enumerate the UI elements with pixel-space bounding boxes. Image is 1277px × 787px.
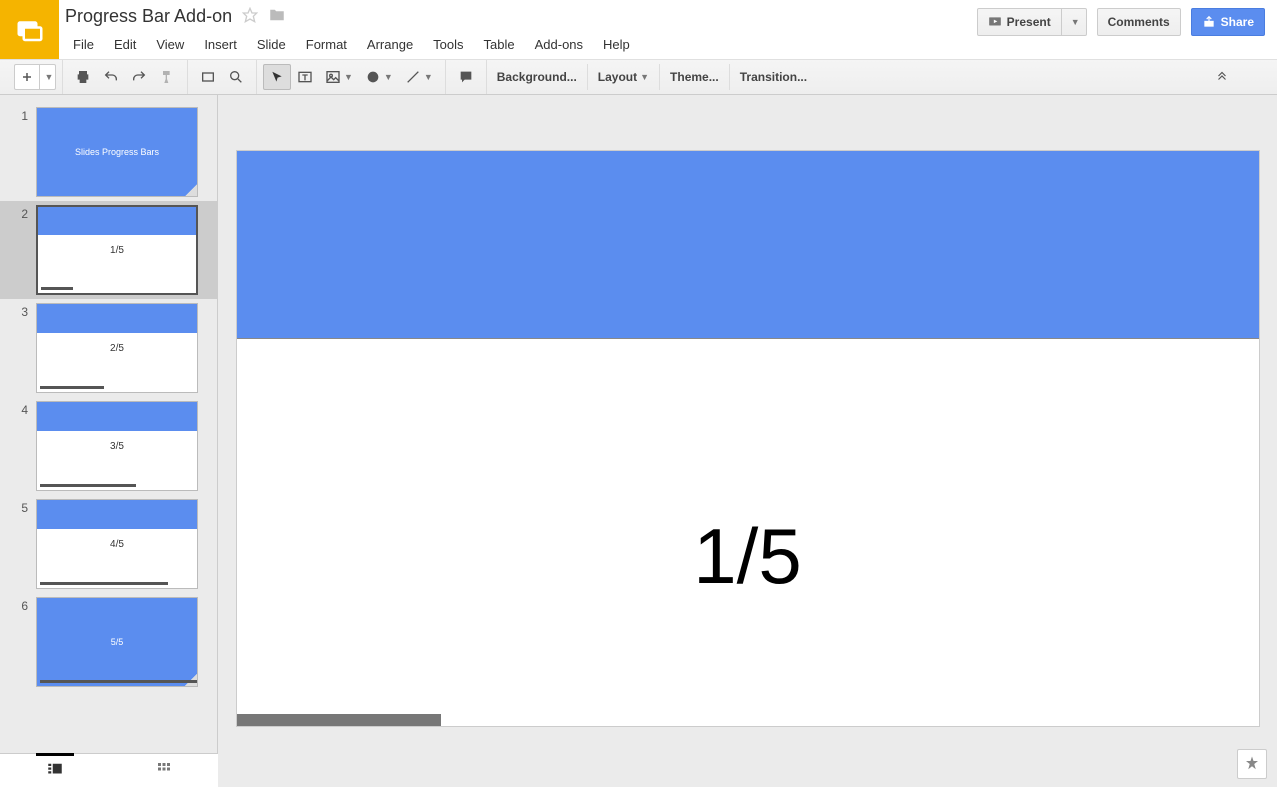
thumb-text: 4/5 — [37, 539, 197, 550]
comment-icon[interactable] — [452, 64, 480, 90]
collapse-toolbar-icon[interactable] — [1215, 71, 1229, 86]
new-slide-button[interactable] — [14, 64, 40, 90]
menu-file[interactable]: File — [65, 33, 102, 56]
thumb-number: 6 — [8, 597, 28, 687]
print-icon[interactable] — [69, 64, 97, 90]
menu-bar: FileEditViewInsertSlideFormatArrangeTool… — [65, 33, 977, 56]
thumb-preview: 3/5 — [36, 401, 198, 491]
share-button[interactable]: Share — [1191, 8, 1265, 36]
menu-arrange[interactable]: Arrange — [359, 33, 421, 56]
paint-format-icon[interactable] — [153, 64, 181, 90]
thumb-title-text: Slides Progress Bars — [37, 108, 197, 196]
slides-logo[interactable] — [0, 0, 59, 59]
present-button[interactable]: Present — [977, 8, 1062, 36]
thumb-number: 4 — [8, 401, 28, 491]
transition-button[interactable]: Transition... — [730, 64, 817, 90]
menu-help[interactable]: Help — [595, 33, 638, 56]
thumb-band — [37, 402, 197, 431]
slide-thumbnail[interactable]: 2 1/5 — [0, 201, 217, 299]
doc-title[interactable]: Progress Bar Add-on — [65, 6, 232, 27]
thumb-number: 3 — [8, 303, 28, 393]
thumb-progress — [41, 287, 73, 290]
menu-format[interactable]: Format — [298, 33, 355, 56]
thumb-text: 2/5 — [37, 343, 197, 354]
menu-edit[interactable]: Edit — [106, 33, 144, 56]
thumb-preview: Slides Progress Bars — [36, 107, 198, 197]
theme-button[interactable]: Theme... — [660, 64, 730, 90]
thumb-text: 3/5 — [37, 441, 197, 452]
menu-slide[interactable]: Slide — [249, 33, 294, 56]
thumb-progress — [40, 484, 136, 487]
thumb-preview: 4/5 — [36, 499, 198, 589]
new-slide-dropdown[interactable]: ▼ — [40, 64, 56, 90]
share-label: Share — [1221, 15, 1254, 29]
thumb-preview: 1/5 — [36, 205, 198, 295]
redo-icon[interactable] — [125, 64, 153, 90]
thumb-text: 1/5 — [38, 245, 196, 256]
canvas-area[interactable]: 1/5 — [218, 95, 1277, 787]
filmstrip-view-icon[interactable] — [36, 753, 74, 785]
slide-thumbnail[interactable]: 65/5 — [0, 593, 217, 691]
thumb-band — [37, 304, 197, 333]
present-button-group: Present ▼ — [977, 8, 1087, 36]
slide-progress-bar — [237, 714, 441, 726]
present-label: Present — [1007, 15, 1051, 29]
slide-thumbnail[interactable]: 1Slides Progress Bars — [0, 103, 217, 201]
thumb-band — [37, 500, 197, 529]
zoom-icon[interactable] — [222, 64, 250, 90]
comments-button[interactable]: Comments — [1097, 8, 1181, 36]
zoom-fit-icon[interactable] — [194, 64, 222, 90]
image-icon[interactable]: ▼ — [319, 64, 359, 90]
toolbar: ▼ ▼ ▼ ▼ Background... Layout▼ Theme... T… — [0, 59, 1277, 95]
star-icon[interactable] — [242, 7, 258, 26]
thumb-number: 2 — [8, 205, 28, 295]
slide-canvas[interactable]: 1/5 — [237, 151, 1259, 726]
thumb-preview: 2/5 — [36, 303, 198, 393]
slide-thumbnail[interactable]: 3 2/5 — [0, 299, 217, 397]
grid-view-icon[interactable] — [145, 756, 183, 785]
textbox-icon[interactable] — [291, 64, 319, 90]
header: Progress Bar Add-on FileEditViewInsertSl… — [0, 0, 1277, 59]
slide-text: 1/5 — [237, 511, 1259, 602]
menu-insert[interactable]: Insert — [196, 33, 245, 56]
layout-button[interactable]: Layout▼ — [588, 64, 660, 90]
thumb-preview: 5/5 — [36, 597, 198, 687]
explore-button[interactable] — [1237, 749, 1267, 779]
undo-icon[interactable] — [97, 64, 125, 90]
comments-label: Comments — [1108, 15, 1170, 29]
view-switcher — [0, 753, 218, 787]
slide-panel: 1Slides Progress Bars2 1/5 3 2/5 4 3/5 5 4/5 65/… — [0, 95, 218, 787]
folder-icon[interactable] — [268, 6, 286, 27]
menu-tools[interactable]: Tools — [425, 33, 471, 56]
thumb-progress — [40, 386, 104, 389]
line-icon[interactable]: ▼ — [399, 64, 439, 90]
thumb-progress — [40, 582, 168, 585]
background-button[interactable]: Background... — [487, 64, 588, 90]
shape-icon[interactable]: ▼ — [359, 64, 399, 90]
slide-thumbnail[interactable]: 5 4/5 — [0, 495, 217, 593]
thumb-number: 5 — [8, 499, 28, 589]
slide-thumbnail[interactable]: 4 3/5 — [0, 397, 217, 495]
thumb-title-text: 5/5 — [37, 598, 197, 686]
slide-blue-band — [237, 151, 1259, 339]
menu-table[interactable]: Table — [476, 33, 523, 56]
main: 1Slides Progress Bars2 1/5 3 2/5 4 3/5 5 4/5 65/… — [0, 95, 1277, 787]
thumb-progress — [40, 680, 198, 683]
menu-view[interactable]: View — [148, 33, 192, 56]
select-tool-icon[interactable] — [263, 64, 291, 90]
thumb-number: 1 — [8, 107, 28, 197]
thumb-band — [38, 207, 196, 235]
menu-add-ons[interactable]: Add-ons — [527, 33, 591, 56]
present-dropdown[interactable]: ▼ — [1062, 8, 1087, 36]
